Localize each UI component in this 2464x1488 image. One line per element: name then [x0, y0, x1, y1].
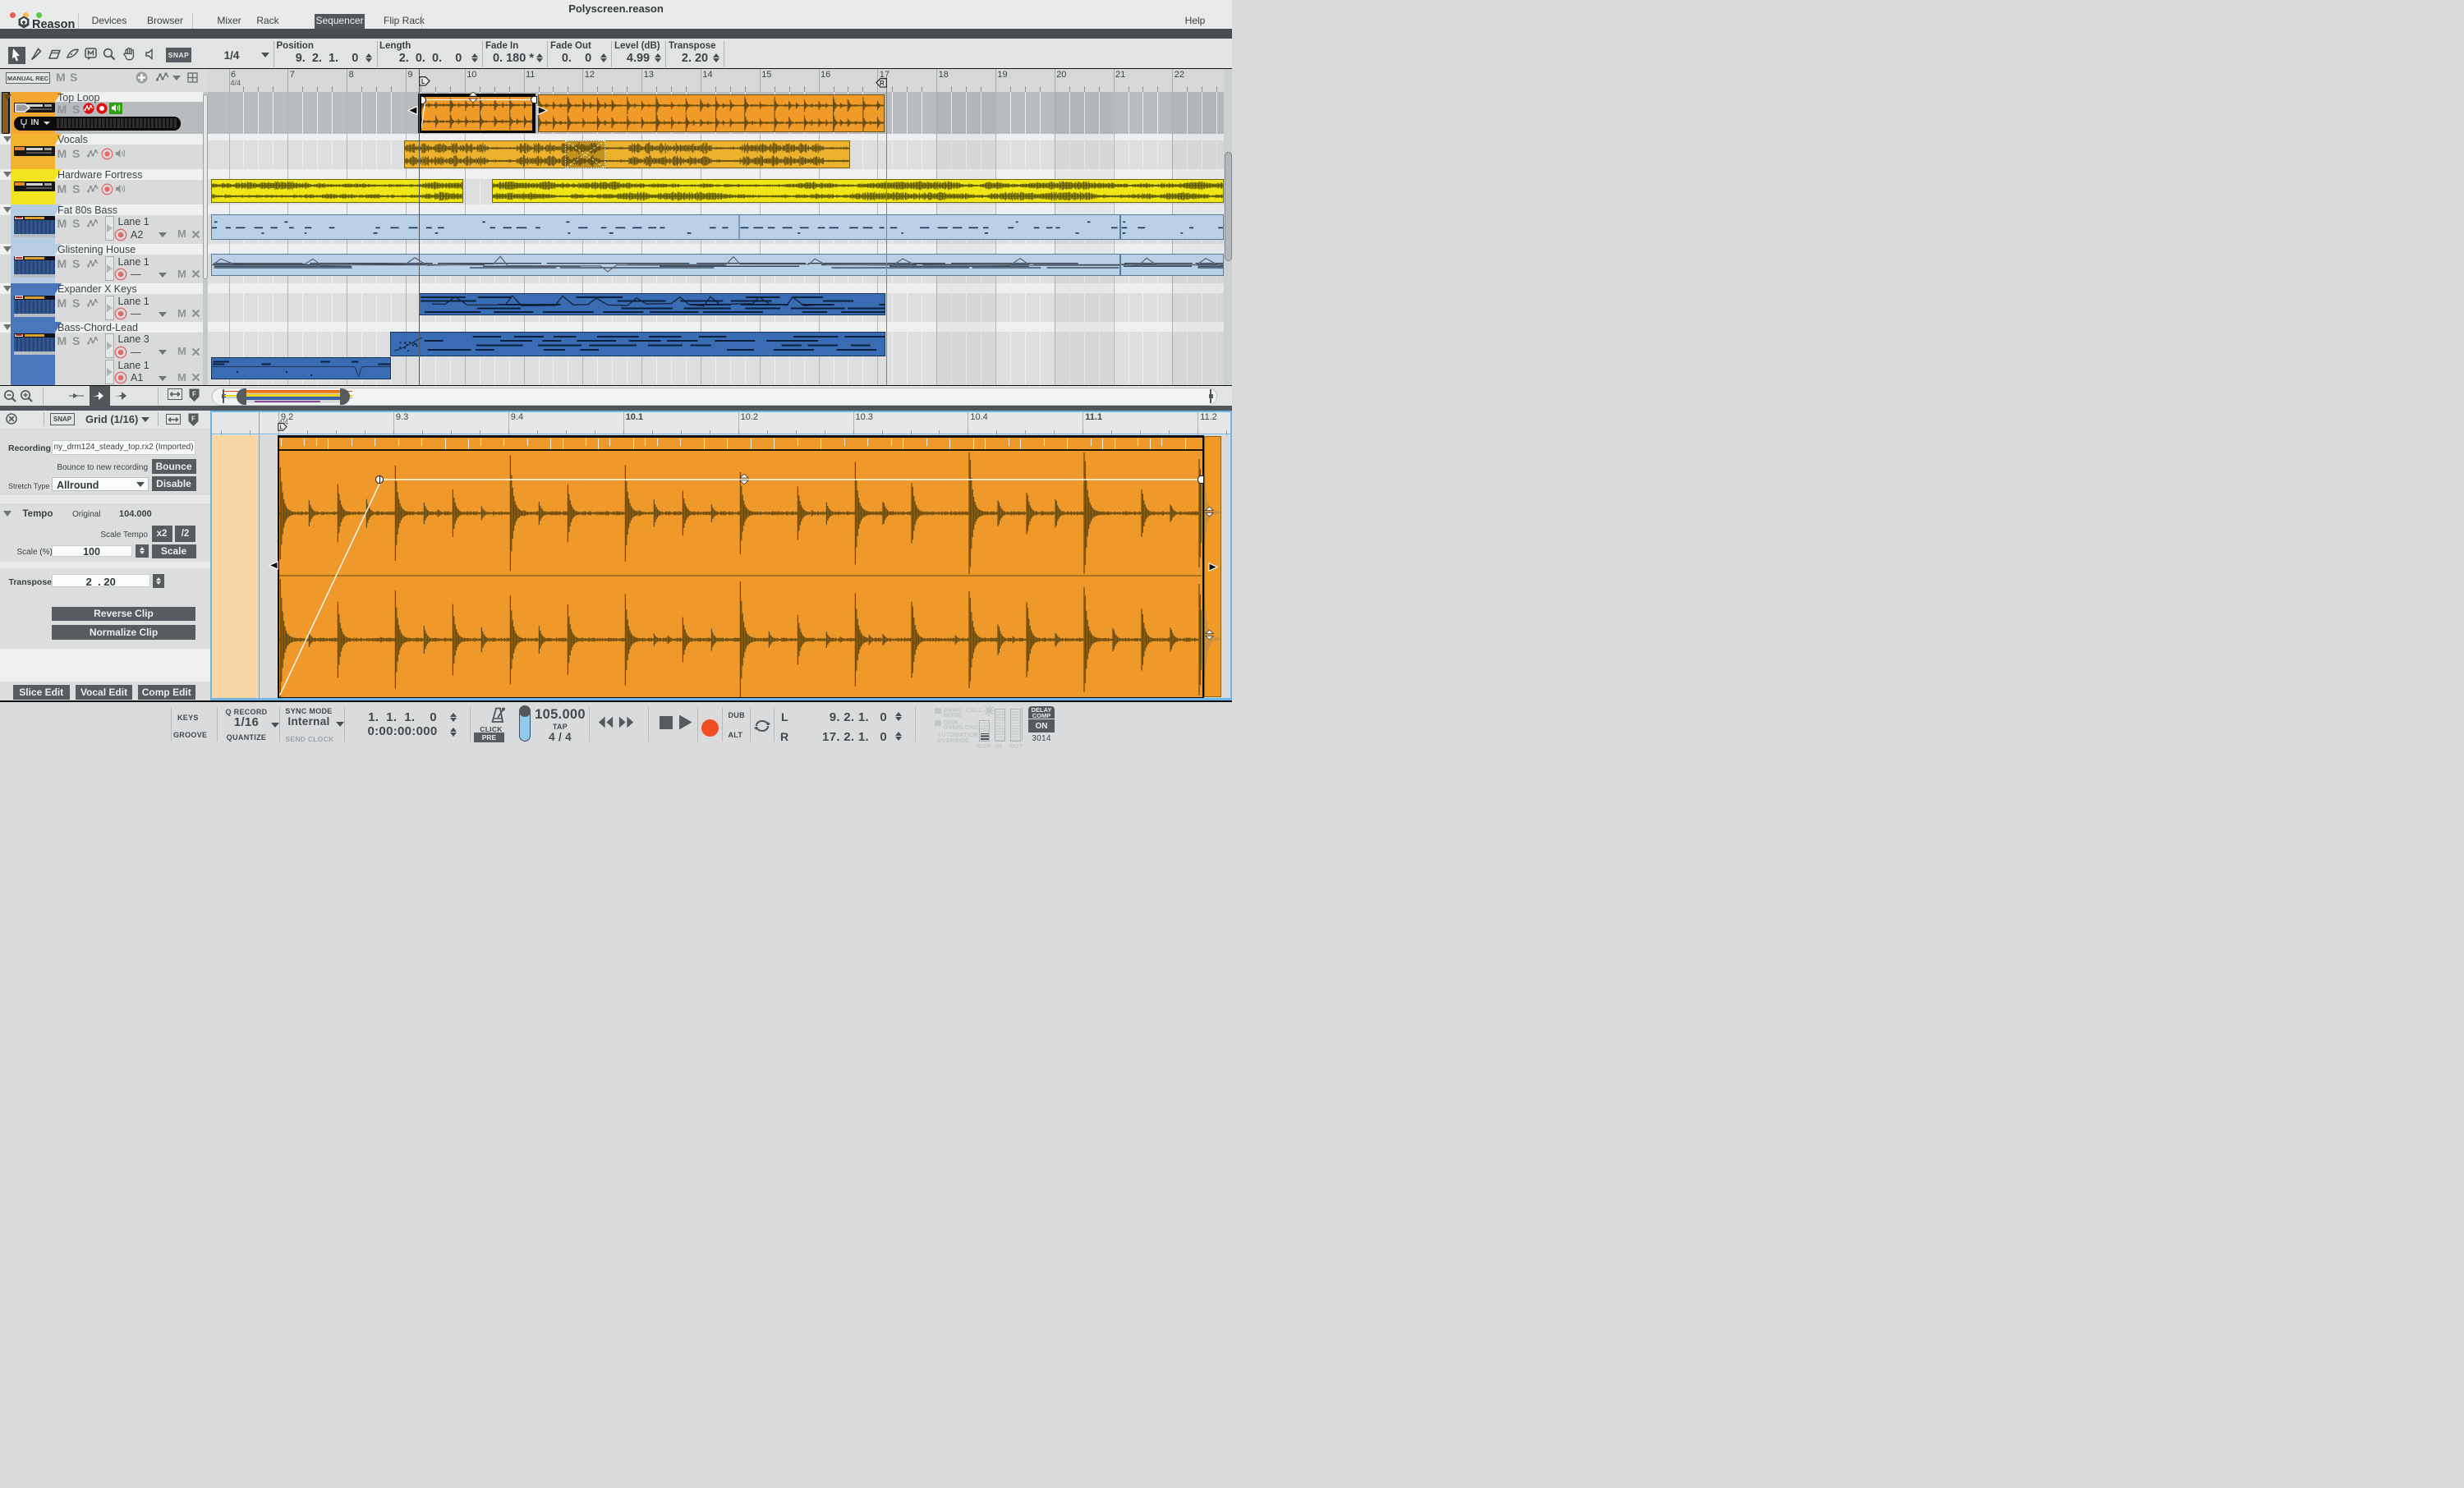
- svg-text:F: F: [191, 416, 195, 423]
- svg-text:R: R: [880, 80, 885, 87]
- svg-text:F: F: [192, 391, 196, 398]
